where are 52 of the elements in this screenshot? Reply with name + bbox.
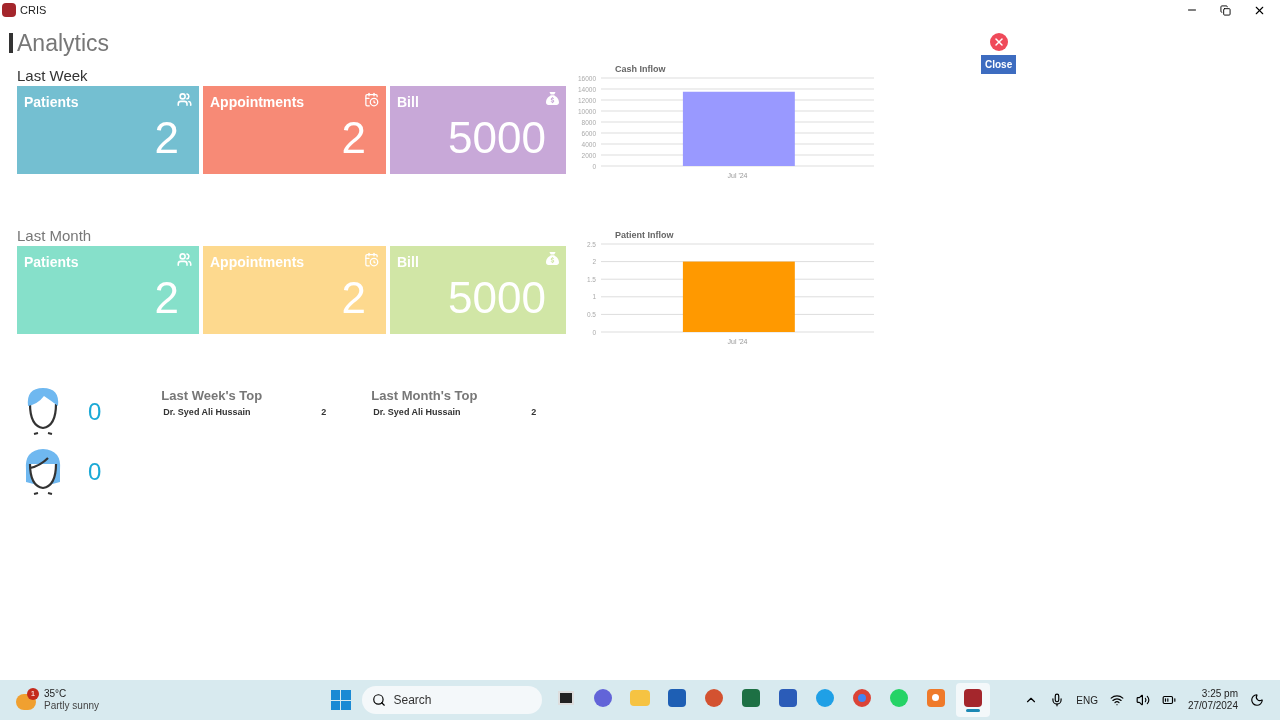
- section-title: Last Month: [17, 226, 93, 245]
- money-bag-icon: [546, 91, 559, 105]
- window-title: CRIS: [20, 2, 47, 18]
- taskbar-app-icon[interactable]: [955, 683, 990, 717]
- language-indicator[interactable]: ENG: [1076, 692, 1098, 708]
- card-label: Appointments: [210, 252, 305, 272]
- list-title: Last Month's Top: [371, 386, 479, 405]
- clock-time[interactable]: 3:25 pm: [1201, 688, 1238, 700]
- close-button[interactable]: Close: [981, 55, 1017, 74]
- doctor-count: 2: [531, 406, 537, 419]
- card-label: Bill: [397, 252, 419, 272]
- people-icon: [177, 91, 192, 107]
- weather-temperature: 35°C: [44, 688, 68, 700]
- search-placeholder: Search: [393, 692, 432, 709]
- card-value: 2: [341, 272, 366, 323]
- card-value: 2: [154, 112, 179, 163]
- card-label: Appointments: [210, 92, 305, 112]
- wifi-icon[interactable]: [1109, 693, 1124, 707]
- page-title: Analytics: [17, 29, 110, 58]
- chart-title: Patient Inflow: [615, 230, 674, 240]
- count-value: 0: [88, 396, 102, 427]
- speaker-icon[interactable]: [1135, 693, 1150, 707]
- calendar-icon: [364, 251, 379, 267]
- microphone-icon[interactable]: [1050, 693, 1065, 707]
- doctor-name: Dr. Syed Ali Hussain: [163, 406, 251, 419]
- moon-icon[interactable]: [1250, 693, 1264, 707]
- card-value: 2: [341, 112, 366, 163]
- card-label: Bill: [397, 92, 419, 112]
- battery-icon[interactable]: [1161, 693, 1176, 707]
- search-field[interactable]: Search: [361, 686, 542, 714]
- notification-badge: 1: [27, 688, 39, 700]
- list-title: Last Week's Top: [161, 386, 264, 405]
- people-icon: [177, 251, 192, 267]
- section-title: Last Week: [17, 66, 89, 85]
- weather-condition: Partly sunny: [44, 700, 100, 712]
- money-bag-icon: [546, 251, 559, 265]
- start-icon[interactable]: [330, 690, 351, 710]
- card-label: Patients: [24, 92, 79, 112]
- card-value: 2: [154, 272, 179, 323]
- clock-date[interactable]: 27/07/2024: [1187, 700, 1238, 712]
- card-value: 5000: [448, 112, 546, 163]
- restore-icon[interactable]: [1220, 4, 1231, 16]
- count-value: 0: [88, 456, 102, 487]
- app-logo-icon: [2, 3, 16, 17]
- doctor-count: 2: [321, 406, 327, 419]
- doctor-name: Dr. Syed Ali Hussain: [373, 406, 461, 419]
- card-value: 5000: [448, 272, 546, 323]
- chart-title: Cash Inflow: [615, 64, 666, 74]
- calendar-icon: [364, 91, 379, 107]
- card-label: Patients: [24, 252, 79, 272]
- title-accent-bar: [9, 33, 13, 54]
- search-icon: [371, 693, 386, 707]
